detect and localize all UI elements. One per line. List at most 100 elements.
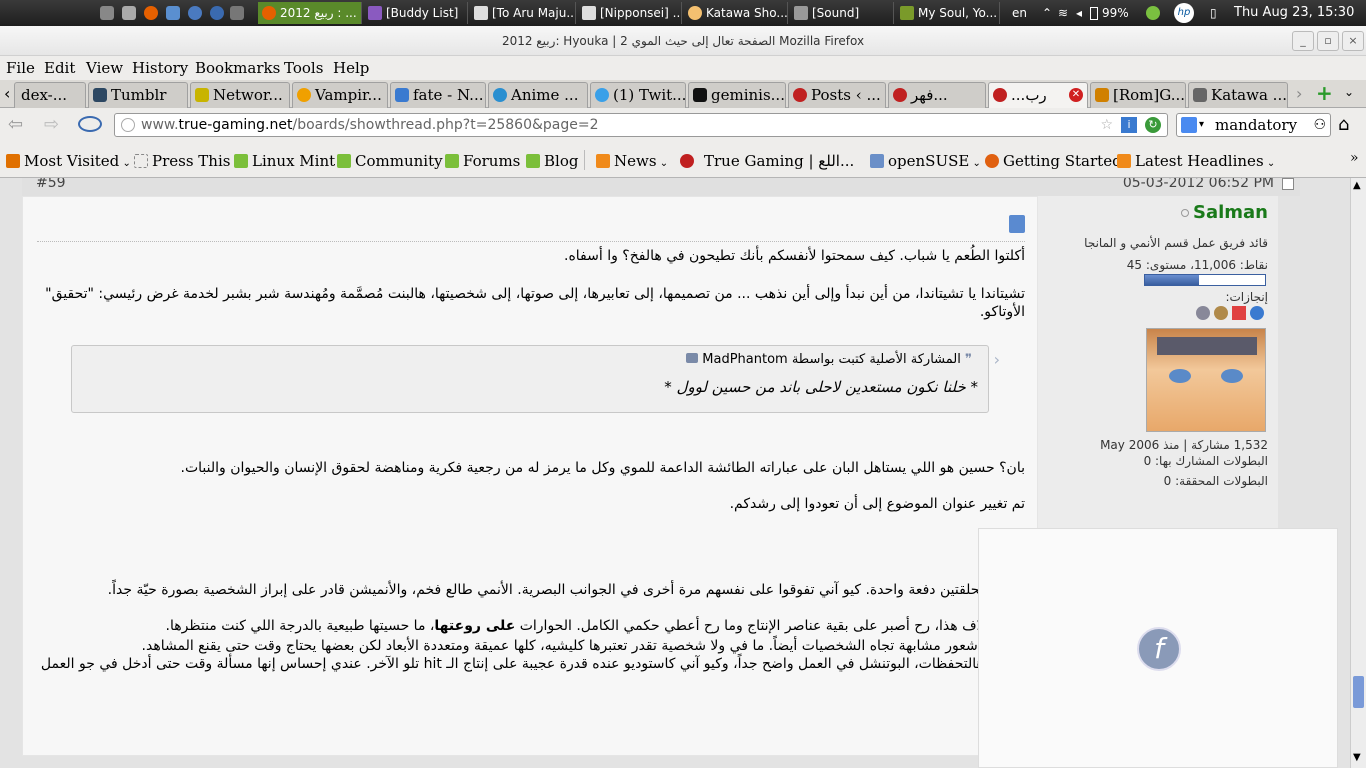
- task-nipponsei[interactable]: [Nipponsei] ...: [578, 2, 682, 24]
- toolbar-separator: [584, 150, 585, 170]
- tab-item[interactable]: Tumblr: [88, 82, 188, 108]
- media-icon[interactable]: [210, 6, 224, 20]
- scroll-up-icon[interactable]: ▲: [1353, 180, 1361, 191]
- menu-bookmarks[interactable]: Bookmarks: [195, 59, 280, 77]
- menu-history[interactable]: History: [132, 59, 188, 77]
- tab-item[interactable]: Vampir...: [292, 82, 388, 108]
- new-tab-plus-icon[interactable]: +: [1316, 81, 1333, 105]
- close-tab-icon[interactable]: ✕: [1069, 88, 1083, 102]
- wifi-icon[interactable]: ≋: [1058, 0, 1068, 26]
- battery-icon[interactable]: [1090, 7, 1098, 20]
- task-to-aru[interactable]: [To Aru Maju...: [470, 2, 576, 24]
- bookmark-most-visited[interactable]: Most Visited ⌄: [6, 152, 131, 170]
- chevron-down-icon[interactable]: ▾: [1199, 114, 1204, 136]
- chevron-up-icon[interactable]: ⌃: [1042, 0, 1052, 26]
- task-sound[interactable]: [Sound]: [790, 2, 894, 24]
- post-number[interactable]: #59: [36, 178, 66, 191]
- tab-item[interactable]: Anime ...: [488, 82, 588, 108]
- reload-icon[interactable]: ↻: [1145, 117, 1161, 133]
- user-badge-icon[interactable]: [1250, 306, 1264, 320]
- back-arrow-icon[interactable]: ⇦: [8, 114, 23, 135]
- google-icon[interactable]: [1181, 117, 1197, 133]
- menu-edit[interactable]: Edit: [44, 59, 75, 77]
- bookmark-getting-started[interactable]: Getting Started: [985, 152, 1122, 170]
- menu-help[interactable]: Help: [333, 59, 369, 77]
- bookmark-news[interactable]: News ⌄: [596, 152, 668, 170]
- tab-item[interactable]: Katawa ...: [1188, 82, 1288, 108]
- tab-item[interactable]: [Rom]G...: [1090, 82, 1186, 108]
- terminal-icon[interactable]: [230, 6, 244, 20]
- binoculars-icon[interactable]: ⚇: [1313, 114, 1326, 136]
- task-firefox[interactable]: ربيع 2012 : ...: [258, 2, 362, 24]
- task-buddy-list[interactable]: [Buddy List]: [364, 2, 468, 24]
- bookmark-forums[interactable]: Forums: [445, 152, 520, 170]
- task-my-soul[interactable]: My Soul, Yo...: [896, 2, 1000, 24]
- search-input[interactable]: ▾ mandatory ⚇: [1176, 113, 1331, 137]
- eye-icon[interactable]: [78, 116, 102, 132]
- tab-item[interactable]: dex-...: [14, 82, 86, 108]
- close-window-button[interactable]: ×: [1342, 31, 1364, 51]
- tab-item[interactable]: فهر...: [888, 82, 986, 108]
- heart-icon: [688, 6, 702, 20]
- page-scrollbar[interactable]: ▲ ▼: [1350, 178, 1366, 768]
- post-select-checkbox[interactable]: [1282, 178, 1294, 190]
- menu-file[interactable]: File: [6, 59, 35, 77]
- post-header-bar: #59 05-03-2012 06:52 PM: [22, 178, 1300, 196]
- chevron-down-icon: ⌄: [656, 158, 669, 169]
- forward-arrow-icon[interactable]: ⇨: [44, 114, 59, 135]
- tools-icon[interactable]: [122, 6, 136, 20]
- user-avatar[interactable]: [1146, 328, 1266, 432]
- badge-icon[interactable]: [1214, 306, 1228, 320]
- view-post-icon[interactable]: [686, 353, 699, 363]
- editor-icon[interactable]: [166, 6, 180, 20]
- menu-tools[interactable]: Tools: [284, 59, 323, 77]
- maximize-button[interactable]: ▫: [1317, 31, 1339, 51]
- pidgin-icon: [368, 6, 382, 20]
- tab-item[interactable]: Networ...: [190, 82, 290, 108]
- user-stats: 1,532 مشاركة | منذ May 2006: [1100, 438, 1268, 452]
- tab-item[interactable]: Posts ‹ ...: [788, 82, 886, 108]
- username-link[interactable]: Salman: [1181, 202, 1268, 223]
- badge-icon[interactable]: [1196, 306, 1210, 320]
- badge-icon[interactable]: [1232, 306, 1246, 320]
- tab-item[interactable]: fate - N...: [390, 82, 486, 108]
- clock[interactable]: Thu Aug 23, 15:30: [1234, 0, 1354, 26]
- volume-icon[interactable]: ◂: [1076, 0, 1082, 26]
- firefox-icon[interactable]: [144, 6, 158, 20]
- tab-scroll-right-icon[interactable]: ›: [1296, 84, 1302, 103]
- chat-icon[interactable]: [188, 6, 202, 20]
- file-manager-icon[interactable]: [100, 6, 114, 20]
- clipboard-icon[interactable]: ▯: [1210, 0, 1217, 26]
- tab-item-active[interactable]: ...رب ✕: [988, 82, 1088, 109]
- flash-plugin-icon[interactable]: f: [1137, 627, 1181, 671]
- bookmark-linux-mint[interactable]: Linux Mint: [234, 152, 335, 170]
- tab-list-chevron-down-icon[interactable]: ⌄: [1344, 85, 1354, 99]
- system-tray: en ⌃ ≋ ◂ 99% hp ▯ Thu Aug 23, 15:30: [1010, 0, 1364, 26]
- flash-placeholder[interactable]: f: [978, 528, 1338, 768]
- home-icon[interactable]: ⌂: [1338, 114, 1349, 135]
- bookmark-blog[interactable]: Blog: [526, 152, 578, 170]
- post-paragraph: مع كل هالتحفظات، البوتنشل في العمل واضح …: [40, 656, 1025, 690]
- bookmark-latest-headlines[interactable]: Latest Headlines ⌄: [1117, 152, 1275, 170]
- keyboard-layout[interactable]: en: [1012, 0, 1027, 26]
- bookmark-community[interactable]: Community: [337, 152, 443, 170]
- bookmark-star-icon[interactable]: ☆: [1100, 114, 1113, 136]
- site-favicon-icon: [297, 88, 311, 102]
- site-identity-icon[interactable]: [121, 118, 135, 132]
- menu-view[interactable]: View: [86, 59, 123, 77]
- minimize-button[interactable]: _: [1292, 31, 1314, 51]
- bookmark-true-gaming[interactable]: True Gaming | اللع...: [680, 152, 854, 170]
- quick-launch: [96, 0, 246, 26]
- tab-item[interactable]: geminis...: [688, 82, 786, 108]
- scrollbar-thumb[interactable]: [1353, 676, 1364, 708]
- url-bar[interactable]: www.true-gaming.net/boards/showthread.ph…: [114, 113, 1168, 137]
- update-icon[interactable]: [1146, 6, 1160, 20]
- task-katawa[interactable]: Katawa Sho...: [684, 2, 788, 24]
- tab-scroll-left-icon[interactable]: ‹: [4, 84, 10, 103]
- overflow-chevron-icon[interactable]: »: [1350, 150, 1359, 166]
- bookmark-press-this[interactable]: Press This: [134, 152, 230, 170]
- info-icon[interactable]: i: [1121, 117, 1137, 133]
- scroll-down-icon[interactable]: ▼: [1353, 752, 1361, 763]
- bookmark-opensuse[interactable]: openSUSE ⌄: [870, 152, 981, 170]
- tab-item[interactable]: (1) Twit...: [590, 82, 686, 108]
